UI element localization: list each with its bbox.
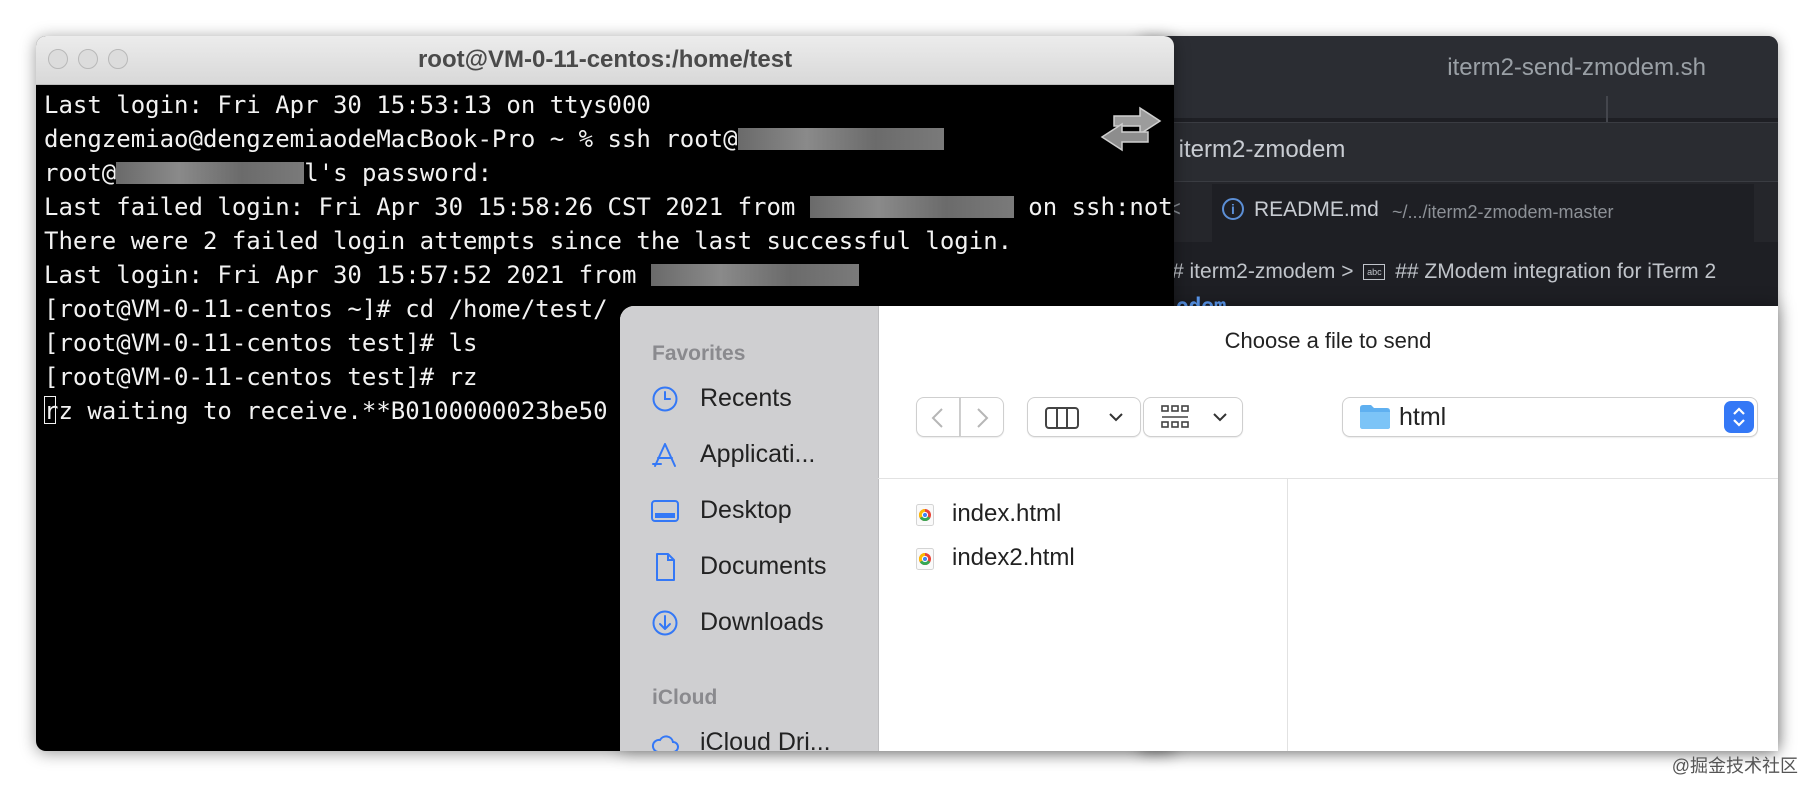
icloud-header: iCloud (652, 686, 718, 709)
tab-readme-label: README.md (1254, 198, 1379, 221)
explorer-title: - iterm2-zmodem (1164, 136, 1346, 163)
breadcrumb-item[interactable]: ## ZModem integration for iTerm 2 (1395, 260, 1716, 283)
grid-group-icon (1161, 405, 1189, 428)
sidebar-item-label: Recents (700, 384, 792, 412)
document-icon (656, 553, 675, 581)
favorites-header: Favorites (652, 342, 746, 365)
toolbar-divider (1606, 96, 1608, 122)
sidebar-item-label: Downloads (700, 608, 824, 636)
location-popup[interactable]: html (1342, 397, 1758, 437)
file-name: index.html (952, 500, 1062, 527)
sidebar-item-downloads[interactable]: Downloads (650, 600, 876, 646)
terminal-line: root@ l's password: (44, 156, 1172, 190)
info-icon: i (1222, 198, 1244, 220)
chevron-left-icon (931, 408, 943, 428)
chevron-down-icon (1213, 413, 1227, 422)
redacted-ip (737, 128, 944, 150)
desktop-icon (651, 500, 679, 522)
chevron-down-icon (1109, 413, 1123, 422)
dialog-title: Choose a file to send (1224, 328, 1432, 353)
redacted-ip (116, 162, 305, 184)
chrome-file-icon (916, 548, 934, 570)
watermark: @掘金技术社区 (1671, 756, 1798, 776)
clock-icon (652, 386, 678, 412)
sidebar-item-label: iCloud Dri... (700, 728, 831, 751)
terminal-text: Last failed login: Fri Apr 30 15:58:26 C… (44, 193, 810, 221)
chevron-right-icon (977, 408, 989, 428)
sidebar-item-documents[interactable]: Documents (650, 544, 876, 590)
tab-readme-path: ~/.../iterm2-zmodem-master (1392, 202, 1614, 222)
download-icon (652, 610, 678, 636)
breadcrumb-separator: > (1341, 260, 1354, 283)
view-mode-button[interactable] (1027, 397, 1141, 437)
terminal-text: l's password: (304, 159, 493, 187)
column-divider (1287, 479, 1288, 751)
redacted-ip (809, 196, 1014, 218)
chrome-file-icon (916, 504, 934, 526)
breadcrumb[interactable]: # iterm2-zmodem > abc ## ZModem integrat… (1172, 260, 1716, 284)
columns-view-icon (1045, 407, 1079, 429)
terminal-text: Last login: Fri Apr 30 15:57:52 2021 fro… (44, 261, 651, 289)
sidebar-item-recents[interactable]: Recents (650, 376, 876, 422)
sidebar-item-desktop[interactable]: Desktop (650, 488, 876, 534)
file-chooser-dialog[interactable]: Favorites Recents Applicati... Desktop D… (620, 306, 1778, 751)
group-button[interactable] (1143, 397, 1243, 437)
vscode-window-title: iterm2-send-zmodem.sh (1447, 54, 1706, 81)
terminal-line: Last login: Fri Apr 30 15:57:52 2021 fro… (44, 258, 1172, 292)
sidebar-item-label: Desktop (700, 496, 792, 524)
redacted-ip (650, 264, 859, 286)
forward-button[interactable] (960, 397, 1004, 437)
applications-icon (652, 443, 676, 467)
transfer-arrows-icon (1100, 106, 1162, 152)
terminal-line: There were 2 failed login attempts since… (44, 227, 1013, 255)
sidebar-item-applications[interactable]: Applicati... (650, 432, 876, 478)
file-name: index2.html (952, 544, 1075, 571)
breadcrumb-item[interactable]: # iterm2-zmodem (1172, 260, 1335, 283)
back-button[interactable] (916, 397, 960, 437)
terminal-text: on ssh:notty (1028, 193, 1174, 221)
terminal-text: root@ (44, 159, 117, 187)
terminal-line: Last failed login: Fri Apr 30 15:58:26 C… (44, 190, 1174, 224)
terminal-line: Last login: Fri Apr 30 15:53:13 on ttys0… (44, 91, 651, 119)
sidebar-item-icloud-drive[interactable]: iCloud Dri... (650, 720, 876, 751)
terminal-title: root@VM-0-11-centos:/home/test (417, 46, 793, 73)
location-name: html (1399, 403, 1447, 431)
cloud-icon (651, 735, 679, 751)
folder-icon (1360, 405, 1390, 429)
symbol-string-icon: abc (1363, 264, 1386, 281)
sidebar-item-label: Applicati... (700, 440, 816, 468)
toolbar-divider (878, 478, 1778, 479)
dialog-sidebar: Favorites Recents Applicati... Desktop D… (620, 306, 879, 751)
terminal-text: dengzemiao@dengzemiaodeMacBook-Pro ~ % s… (44, 125, 738, 153)
terminal-line: dengzemiao@dengzemiaodeMacBook-Pro ~ % s… (44, 122, 1172, 156)
up-down-chevron-icon (1733, 407, 1745, 427)
popup-stepper[interactable] (1724, 401, 1754, 433)
sidebar-item-label: Documents (700, 552, 827, 580)
terminal-text: rz waiting to receive.**B0100000023be50 (44, 397, 608, 425)
